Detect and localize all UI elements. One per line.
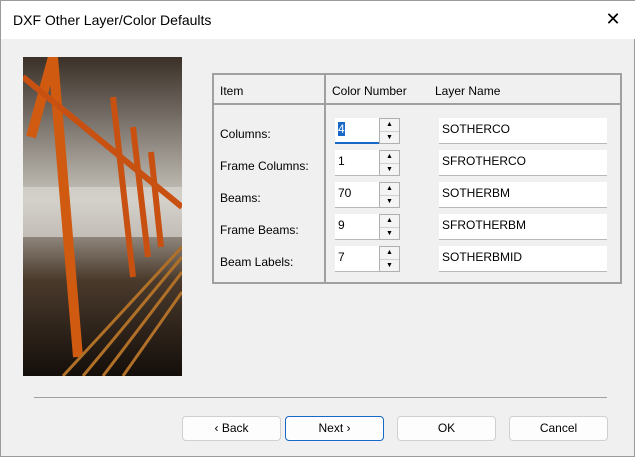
color-number-value: 4 (338, 122, 345, 136)
spin-down-icon[interactable]: ▼ (380, 163, 399, 175)
close-icon[interactable]: ✕ (602, 9, 624, 30)
color-number-input[interactable]: 7 (335, 246, 379, 272)
layer-name-input[interactable]: SOTHERCO (439, 118, 607, 144)
color-number-spinner[interactable]: ▲ ▼ (379, 118, 400, 144)
color-number-input[interactable]: 70 (335, 182, 379, 208)
color-number-value: 70 (338, 186, 352, 200)
next-button[interactable]: Next › (285, 416, 384, 441)
row-label: Beam Labels: (220, 255, 294, 269)
color-number-input[interactable]: 9 (335, 214, 379, 240)
spin-down-icon[interactable]: ▼ (380, 227, 399, 239)
spin-down-icon[interactable]: ▼ (380, 259, 399, 271)
row-label: Frame Columns: (220, 159, 309, 173)
cancel-button[interactable]: Cancel (509, 416, 608, 441)
color-number-input[interactable]: 4 (335, 118, 379, 144)
color-number-spinner[interactable]: ▲ ▼ (379, 150, 400, 176)
header-color-number: Color Number (332, 84, 407, 98)
color-number-value: 7 (338, 250, 345, 264)
row-label: Beams: (220, 191, 261, 205)
color-number-value: 9 (338, 218, 345, 232)
row-label: Frame Beams: (220, 223, 299, 237)
layer-name-input[interactable]: SFROTHERBM (439, 214, 607, 240)
window-title: DXF Other Layer/Color Defaults (13, 12, 212, 28)
spin-up-icon[interactable]: ▲ (380, 215, 399, 227)
layer-color-table: Item Color Number Layer Name Columns: 4 … (212, 73, 622, 284)
spin-down-icon[interactable]: ▼ (380, 195, 399, 207)
header-item: Item (220, 84, 244, 98)
spin-down-icon[interactable]: ▼ (380, 131, 399, 143)
header-layer-name: Layer Name (435, 84, 501, 98)
steel-structure-image (23, 57, 182, 376)
back-button[interactable]: ‹ Back (182, 416, 281, 441)
title-bar: DXF Other Layer/Color Defaults ✕ (1, 1, 635, 39)
separator (34, 397, 607, 398)
row-label: Columns: (220, 127, 271, 141)
layer-name-input[interactable]: SFROTHERCO (439, 150, 607, 176)
color-number-spinner[interactable]: ▲ ▼ (379, 214, 400, 240)
spin-up-icon[interactable]: ▲ (380, 151, 399, 163)
spin-up-icon[interactable]: ▲ (380, 247, 399, 259)
spin-up-icon[interactable]: ▲ (380, 119, 399, 131)
table-header: Item Color Number Layer Name (214, 75, 620, 105)
color-number-input[interactable]: 1 (335, 150, 379, 176)
column-divider (324, 75, 326, 282)
ok-button[interactable]: OK (397, 416, 496, 441)
color-number-spinner[interactable]: ▲ ▼ (379, 182, 400, 208)
layer-name-input[interactable]: SOTHERBMID (439, 246, 607, 272)
layer-name-input[interactable]: SOTHERBM (439, 182, 607, 208)
spin-up-icon[interactable]: ▲ (380, 183, 399, 195)
color-number-spinner[interactable]: ▲ ▼ (379, 246, 400, 272)
color-number-value: 1 (338, 154, 345, 168)
